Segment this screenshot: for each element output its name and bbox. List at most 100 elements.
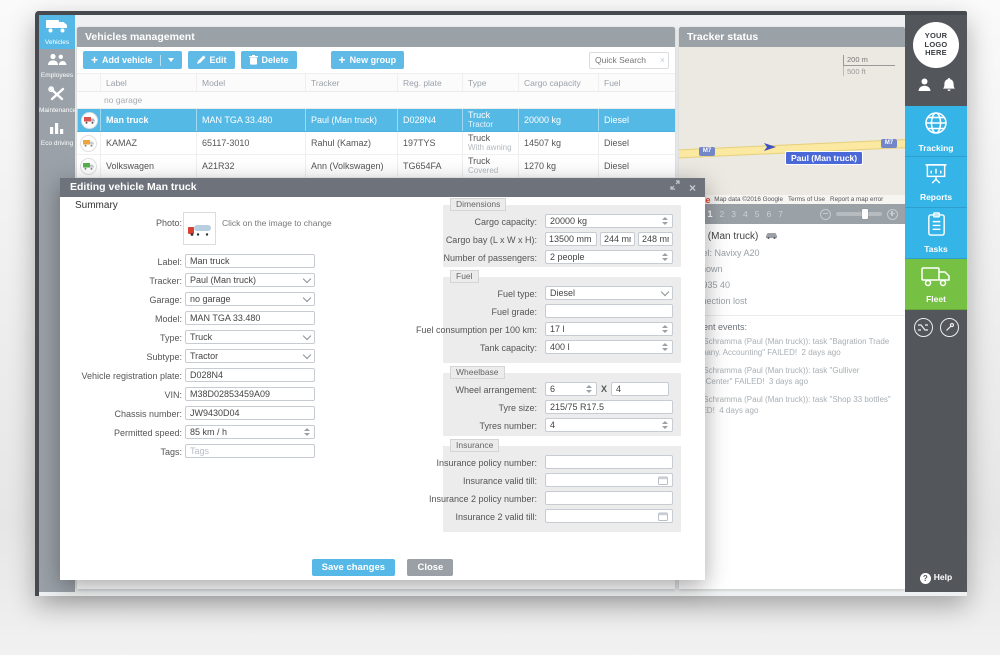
stepper-arrows-icon[interactable] (586, 385, 592, 393)
bell-icon[interactable] (943, 78, 955, 96)
car-icon (765, 231, 778, 242)
sidebar-item-maintenance[interactable]: Maintenance (39, 82, 75, 117)
clear-search-icon[interactable]: × (660, 55, 665, 65)
sidebar-item-vehicles[interactable]: Vehicles (39, 15, 75, 49)
map-tab-5[interactable]: 5 (755, 209, 760, 219)
stepper-arrows-icon[interactable] (662, 217, 668, 225)
fuel-consumption-stepper[interactable]: 17 l (545, 322, 673, 336)
sidebar-item-tasks[interactable]: Tasks (905, 208, 967, 259)
stepper-arrows-icon[interactable] (662, 421, 668, 429)
fuel-type-select[interactable]: Diesel (545, 286, 673, 300)
resize-icon[interactable] (670, 178, 680, 197)
pencil-icon (196, 55, 206, 65)
new-group-button[interactable]: + New group (331, 51, 405, 69)
wheel-arrangement-b-field[interactable] (611, 382, 669, 396)
cell-tracker: Rahul (Kamaz) (305, 132, 397, 154)
recent-events-title: Recent events: (679, 320, 905, 336)
column-header-cargo[interactable]: Cargo capacity (518, 74, 598, 91)
cargo-bay-height[interactable] (638, 232, 673, 246)
map-tab-2[interactable]: 2 (720, 209, 725, 219)
calendar-icon[interactable] (658, 476, 668, 485)
cargo-bay-width[interactable] (600, 232, 635, 246)
quick-search: × (589, 52, 669, 69)
delete-button[interactable]: Delete (241, 51, 297, 69)
column-header-model[interactable]: Model (196, 74, 305, 91)
close-button[interactable]: Close (407, 559, 453, 576)
insurance-valid-till-field[interactable] (545, 473, 673, 487)
zoom-out-icon[interactable] (820, 209, 831, 220)
tracker-select[interactable]: Paul (Man truck) (185, 273, 315, 287)
model-field[interactable] (185, 311, 315, 325)
fuel-grade-field[interactable] (545, 304, 673, 318)
tags-field[interactable] (185, 444, 315, 458)
insurance-policy-field[interactable] (545, 455, 673, 469)
column-header-tracker[interactable]: Tracker (305, 74, 397, 91)
sidebar-item-label: Employees (39, 72, 75, 79)
vehicles-panel-title: Vehicles management (77, 27, 675, 47)
subtype-select[interactable]: Tractor (185, 349, 315, 363)
sidebar-item-tracking[interactable]: Tracking (905, 106, 967, 157)
cell-fuel: Diesel (598, 132, 675, 154)
insurance2-valid-till-field[interactable] (545, 509, 673, 523)
cell-cargo: 14507 kg (518, 132, 598, 154)
sidebar-item-employees[interactable]: Employees (39, 49, 75, 82)
sidebar-item-reports[interactable]: Reports (905, 157, 967, 208)
map-tab-6[interactable]: 6 (766, 209, 771, 219)
add-vehicle-button[interactable]: + Add vehicle (83, 51, 182, 69)
garage-select[interactable]: no garage (185, 292, 315, 306)
table-row[interactable]: Volkswagen A21R32 Ann (Volkswagen) TG654… (77, 155, 675, 178)
table-row[interactable]: Man truck MAN TGA 33.480 Paul (Man truck… (77, 109, 675, 132)
table-row[interactable]: KAMAZ 65117-3010 Rahul (Kamaz) 197TYS Tr… (77, 132, 675, 155)
stepper-arrows-icon[interactable] (304, 428, 310, 436)
wrench-icon[interactable] (940, 318, 959, 337)
tank-capacity-stepper[interactable]: 400 l (545, 340, 673, 354)
zoom-slider[interactable] (836, 212, 882, 216)
map-tab-3[interactable]: 3 (731, 209, 736, 219)
modal-title: Editing vehicle Man truck (70, 178, 197, 197)
report-error-link[interactable]: Report a map error (830, 196, 883, 203)
permitted-speed-stepper[interactable]: 85 km / h (185, 425, 315, 439)
vehicle-photo[interactable] (183, 212, 216, 245)
edit-button[interactable]: Edit (188, 51, 235, 69)
stepper-arrows-icon[interactable] (662, 325, 668, 333)
zoom-in-icon[interactable] (887, 209, 898, 220)
insurance2-policy-field[interactable] (545, 491, 673, 505)
terms-link[interactable]: Terms of Use (788, 196, 825, 203)
sidebar-item-eco-driving[interactable]: Eco driving (39, 117, 75, 150)
group-row-no-garage[interactable]: no garage (77, 92, 675, 109)
passengers-stepper[interactable]: 2 people (545, 250, 673, 264)
tracker-arrow-marker[interactable] (763, 139, 777, 157)
save-changes-button[interactable]: Save changes (312, 559, 395, 576)
tyres-number-stepper[interactable]: 4 (545, 418, 673, 432)
zoom-slider-handle[interactable] (862, 209, 868, 219)
reg-plate-field[interactable] (185, 368, 315, 382)
calendar-icon[interactable] (658, 512, 668, 521)
chassis-field[interactable] (185, 406, 315, 420)
help-button[interactable]: ?Help (905, 572, 967, 584)
map[interactable]: M7 M7 Paul (Man truck) 200 m 500 ft (679, 47, 905, 195)
quick-search-input[interactable] (593, 54, 655, 66)
cargo-capacity-stepper[interactable]: 20000 kg (545, 214, 673, 228)
map-tab-4[interactable]: 4 (743, 209, 748, 219)
vin-field[interactable] (185, 387, 315, 401)
map-tab-7[interactable]: 7 (778, 209, 783, 219)
tracker-model: Model: Navixy A20 (679, 245, 905, 261)
column-header-type[interactable]: Type (462, 74, 518, 91)
stepper-arrows-icon[interactable] (662, 253, 668, 261)
tracker-map-label[interactable]: Paul (Man truck) (785, 151, 863, 165)
add-vehicle-dropdown[interactable] (160, 55, 174, 66)
close-icon[interactable]: × (689, 183, 696, 193)
column-header-fuel[interactable]: Fuel (598, 74, 675, 91)
column-header-reg-plate[interactable]: Reg. plate (397, 74, 462, 91)
shuffle-icon[interactable] (914, 318, 933, 337)
type-select[interactable]: Truck (185, 330, 315, 344)
tracker-name: Paul (Man truck) (679, 224, 905, 245)
cargo-bay-length[interactable] (545, 232, 597, 246)
tyre-size-field[interactable] (545, 400, 673, 414)
wheel-arrangement-a-stepper[interactable]: 6 (545, 382, 597, 396)
label-field[interactable] (185, 254, 315, 268)
stepper-arrows-icon[interactable] (662, 343, 668, 351)
sidebar-item-fleet[interactable]: Fleet (905, 259, 967, 310)
column-header-label[interactable]: Label (100, 74, 196, 91)
user-icon[interactable] (918, 78, 931, 96)
